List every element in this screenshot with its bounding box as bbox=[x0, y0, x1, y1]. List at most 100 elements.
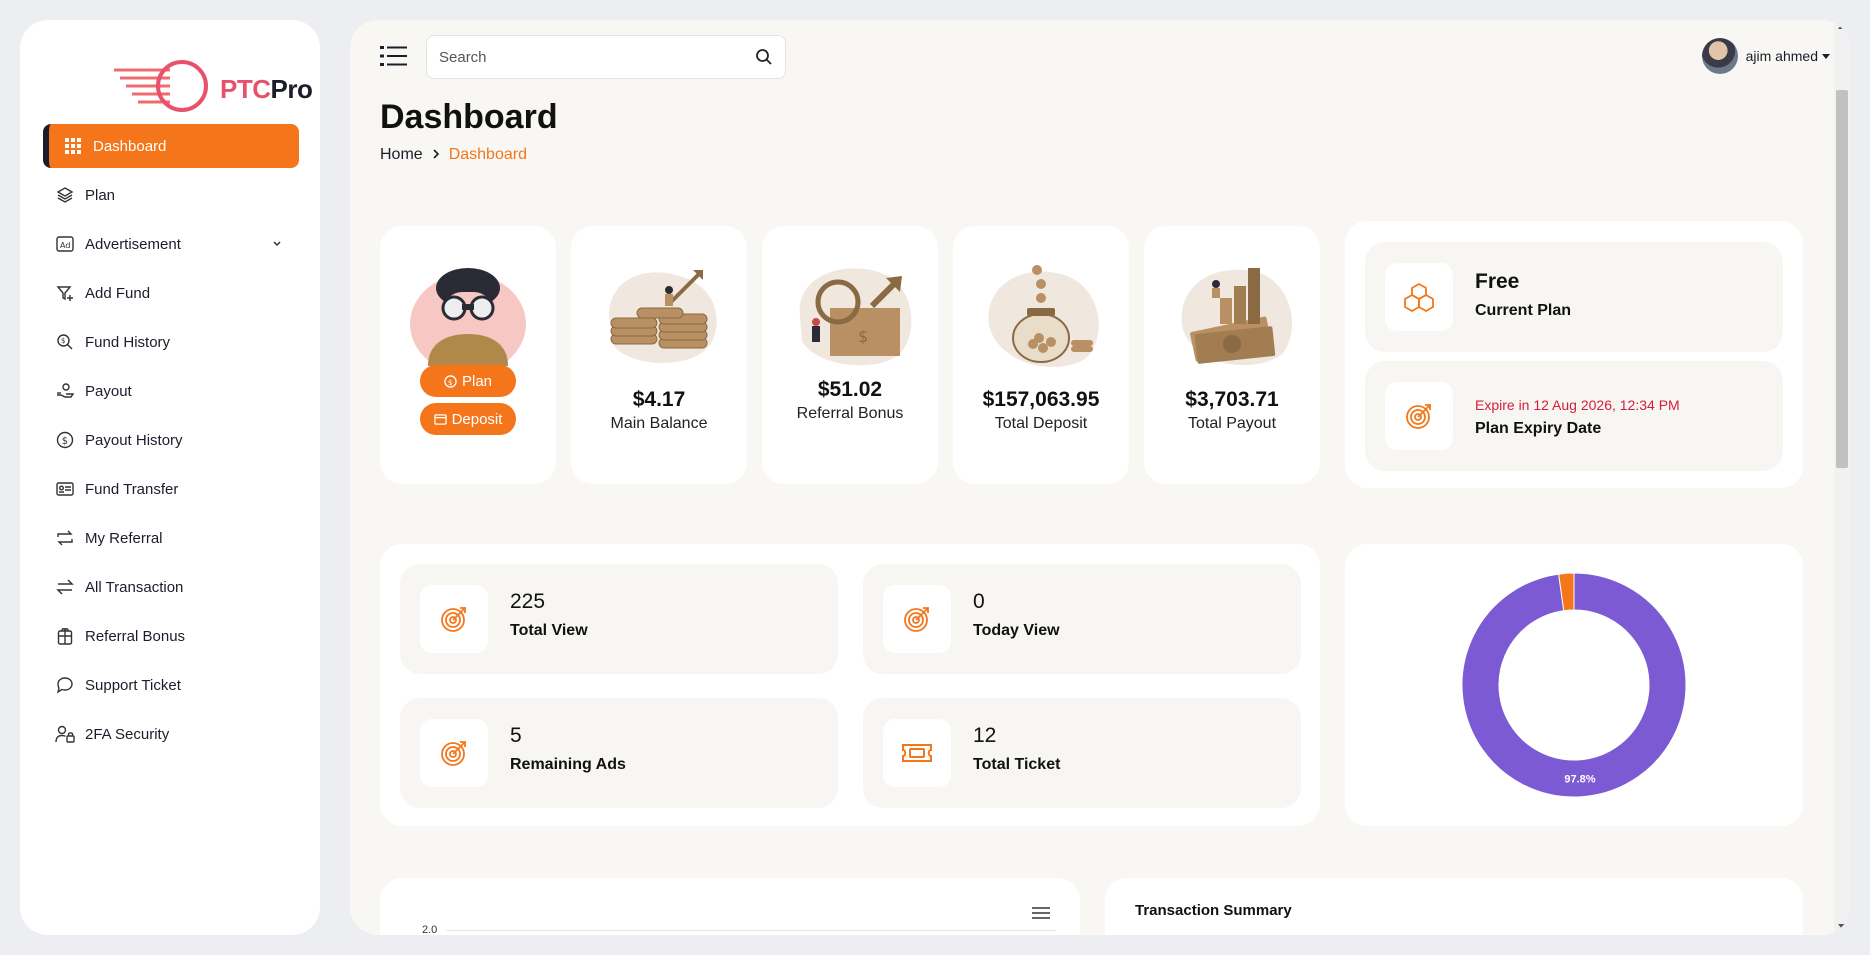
funnel-plus-icon bbox=[55, 283, 75, 303]
view-count: 12 bbox=[973, 724, 997, 747]
total-view-card: 225 Total View bbox=[400, 564, 838, 674]
sidebar-item-label: Fund Transfer bbox=[85, 480, 179, 498]
sidebar-item-label: Payout History bbox=[85, 431, 183, 449]
user-name: ajim ahmed bbox=[1745, 48, 1818, 64]
remaining-ads-card: 5 Remaining Ads bbox=[400, 698, 838, 808]
deposit-button[interactable]: Deposit bbox=[420, 403, 516, 435]
wallet-icon bbox=[433, 413, 447, 426]
sidebar-item-plan[interactable]: Plan bbox=[43, 173, 299, 217]
ad-icon: Ad bbox=[55, 234, 75, 254]
total-payout-card: $3,703.71 Total Payout bbox=[1144, 226, 1320, 484]
ad-stats: 225 Total View 0 Today View 5 Remaining … bbox=[380, 544, 1320, 826]
sidebar-item-fund-transfer[interactable]: Fund Transfer bbox=[43, 467, 299, 511]
chat-bubble-icon bbox=[55, 675, 75, 695]
sidebar-nav: Dashboard Plan Ad Advertisement Add Fund bbox=[43, 124, 299, 761]
search-icon[interactable] bbox=[755, 48, 773, 71]
coins-illustration bbox=[609, 270, 717, 363]
sidebar-item-support-ticket[interactable]: Support Ticket bbox=[43, 663, 299, 707]
sidebar-item-label: Advertisement bbox=[85, 235, 181, 253]
main-panel: ajim ahmed Dashboard Home Dashboard $ Pl… bbox=[350, 20, 1850, 935]
caret-down-icon bbox=[1822, 53, 1830, 59]
gridline bbox=[446, 930, 1056, 931]
money-stairs-illustration bbox=[1181, 268, 1292, 366]
user-lock-icon bbox=[55, 724, 75, 744]
stat-label: Referral Bonus bbox=[796, 405, 904, 422]
plan-expiry-text: Expire in 12 Aug 2026, 12:34 PM bbox=[1475, 397, 1680, 413]
sidebar-item-advertisement[interactable]: Ad Advertisement bbox=[43, 222, 299, 266]
sidebar: PTCPro Dashboard Plan Ad Advertisement A… bbox=[20, 20, 320, 935]
donut-slice-0[interactable] bbox=[1461, 572, 1687, 798]
sidebar-item-fund-history[interactable]: $ Fund History bbox=[43, 320, 299, 364]
sidebar-item-label: Referral Bonus bbox=[85, 627, 186, 645]
scroll-thumb[interactable] bbox=[1836, 90, 1848, 468]
scroll-up-icon[interactable] bbox=[1838, 24, 1846, 29]
sidebar-item-my-referral[interactable]: My Referral bbox=[43, 516, 299, 560]
menu-toggle-icon[interactable] bbox=[380, 44, 408, 68]
target-icon bbox=[420, 585, 488, 653]
chevron-down-icon[interactable] bbox=[271, 236, 283, 253]
search-box bbox=[426, 35, 786, 79]
donut-chart-card: 97.8% bbox=[1345, 544, 1803, 826]
avatar bbox=[1701, 38, 1738, 74]
sidebar-item-referral-bonus[interactable]: Referral Bonus bbox=[43, 614, 299, 658]
chart-menu-icon[interactable] bbox=[1032, 906, 1050, 925]
sidebar-item-payout-history[interactable]: $ Payout History bbox=[43, 418, 299, 462]
target-icon bbox=[420, 719, 488, 787]
search-input[interactable] bbox=[427, 36, 727, 78]
dollar-circle-icon: $ bbox=[55, 430, 75, 450]
current-plan-row: Free Current Plan bbox=[1365, 242, 1783, 352]
summary-title: Transaction Summary bbox=[1135, 902, 1292, 919]
view-count: 5 bbox=[510, 724, 522, 747]
user-menu[interactable]: ajim ahmed bbox=[1701, 38, 1830, 74]
plan-name-caption: Current Plan bbox=[1475, 302, 1572, 319]
view-label: Total View bbox=[510, 622, 588, 639]
plan-expiry-caption: Plan Expiry Date bbox=[1475, 420, 1602, 437]
svg-text:$: $ bbox=[448, 377, 453, 386]
scroll-down-icon[interactable] bbox=[1838, 924, 1846, 929]
stat-value: $51.02 bbox=[817, 378, 883, 401]
sidebar-item-label: Support Ticket bbox=[85, 676, 181, 694]
sidebar-item-payout[interactable]: Payout bbox=[43, 369, 299, 413]
main-balance-card: $4.17 Main Balance bbox=[571, 226, 747, 484]
target-icon bbox=[1385, 382, 1453, 450]
sidebar-item-label: Dashboard bbox=[93, 137, 167, 155]
magnifier-growth-illustration: $ bbox=[799, 268, 912, 366]
transaction-chart-card: 2.0 bbox=[380, 878, 1080, 935]
donut-data-label: 97.8% bbox=[1564, 774, 1595, 786]
total-ticket-card: 12 Total Ticket bbox=[863, 698, 1301, 808]
sidebar-item-label: All Transaction bbox=[85, 578, 184, 596]
page-title: Dashboard bbox=[380, 98, 558, 136]
stat-label: Total Payout bbox=[1187, 415, 1277, 432]
referral-bonus-card: $ $51.02 Referral Bonus bbox=[762, 226, 938, 484]
today-view-card: 0 Today View bbox=[863, 564, 1301, 674]
hand-coin-icon bbox=[55, 381, 75, 401]
dollar-circle-icon: $ bbox=[444, 374, 457, 388]
breadcrumb-home[interactable]: Home bbox=[380, 146, 423, 164]
svg-text:$: $ bbox=[62, 436, 68, 447]
view-label: Total Ticket bbox=[973, 756, 1061, 773]
brand-logo[interactable]: PTCPro bbox=[112, 56, 313, 120]
total-deposit-card: $157,063.95 Total Deposit bbox=[953, 226, 1129, 484]
sidebar-item-dashboard[interactable]: Dashboard bbox=[43, 124, 299, 168]
search-dollar-icon: $ bbox=[55, 332, 75, 352]
target-icon bbox=[883, 585, 951, 653]
plan-button[interactable]: $ Plan bbox=[420, 365, 516, 397]
stat-label: Total Deposit bbox=[994, 415, 1088, 432]
swap-icon bbox=[55, 577, 75, 597]
id-card-icon bbox=[55, 479, 75, 499]
plan-summary: Free Current Plan Expire in 12 Aug 2026,… bbox=[1345, 221, 1803, 488]
transaction-summary-card: Transaction Summary bbox=[1105, 878, 1803, 935]
grid-icon bbox=[63, 136, 83, 156]
stat-value: $3,703.71 bbox=[1185, 388, 1279, 411]
quick-actions-card: $ Plan Deposit bbox=[380, 226, 556, 484]
donut-chart: 97.8% bbox=[1461, 572, 1687, 798]
sidebar-item-add-fund[interactable]: Add Fund bbox=[43, 271, 299, 315]
page-scrollbar[interactable] bbox=[1834, 20, 1850, 935]
sidebar-item-2fa-security[interactable]: 2FA Security bbox=[43, 712, 299, 756]
view-label: Today View bbox=[973, 622, 1060, 639]
stat-value: $157,063.95 bbox=[982, 388, 1100, 411]
sidebar-item-all-transaction[interactable]: All Transaction bbox=[43, 565, 299, 609]
y-axis-tick: 2.0 bbox=[422, 924, 438, 935]
repeat-icon bbox=[55, 528, 75, 548]
ticket-icon bbox=[883, 719, 951, 787]
